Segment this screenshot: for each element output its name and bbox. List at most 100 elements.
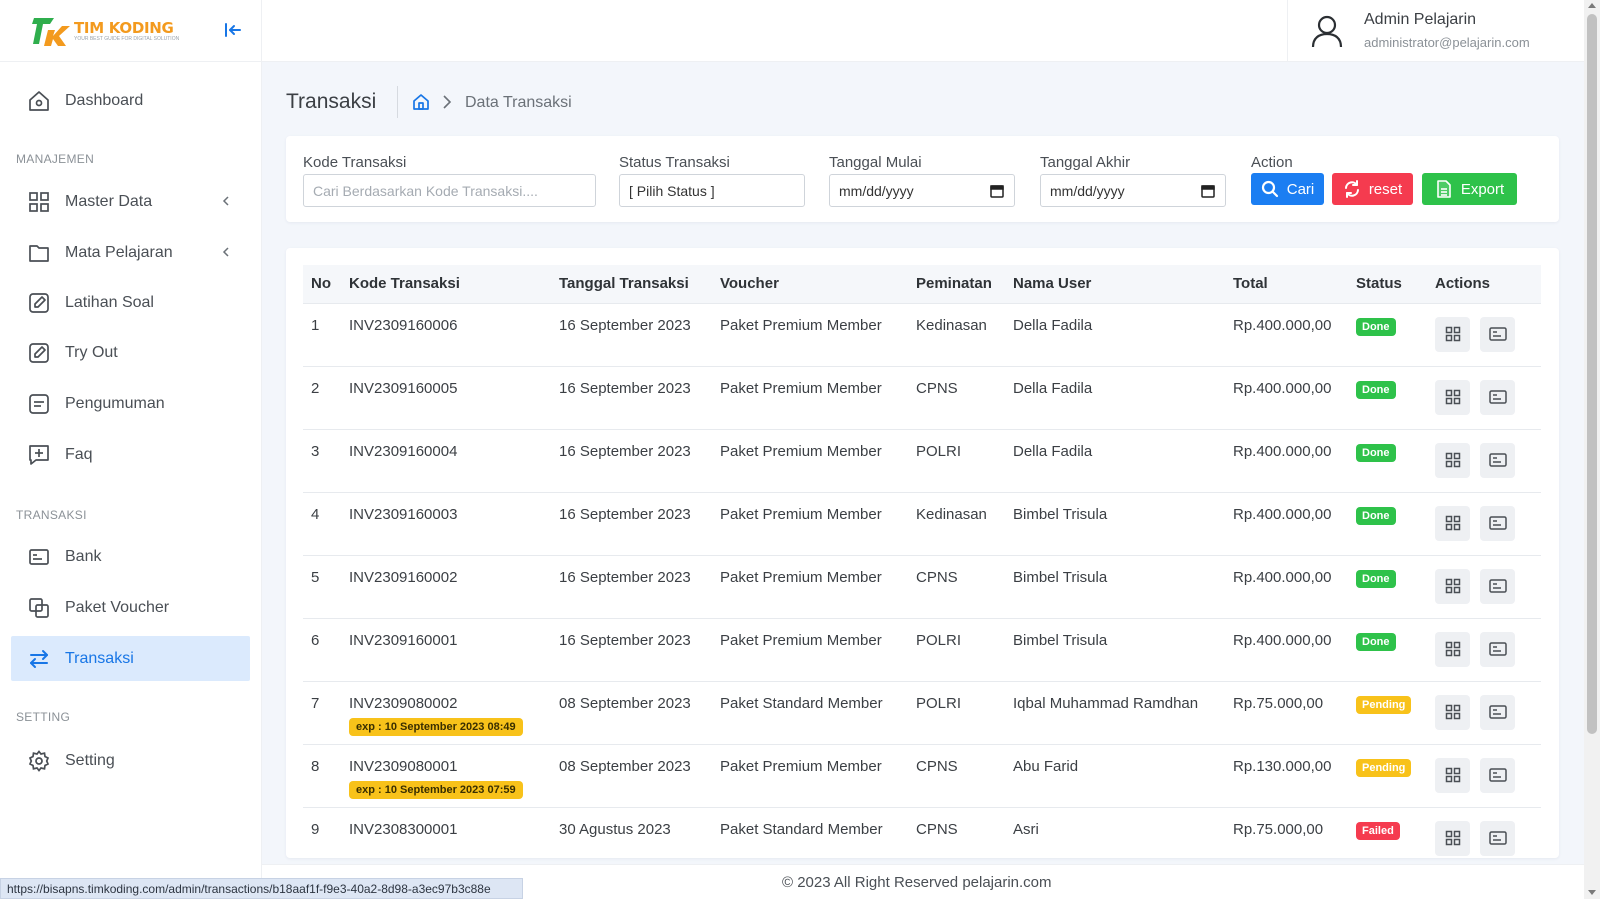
card-icon (1488, 704, 1507, 720)
cell-peminatan: POLRI (908, 428, 1005, 492)
cell-peminatan: CPNS (908, 365, 1005, 429)
invoice-button[interactable] (1480, 568, 1515, 604)
column-header[interactable]: Nama User (1005, 265, 1225, 303)
status-badge: Pending (1356, 695, 1412, 714)
cell-kode: INV2309160001 (341, 617, 551, 681)
sidebar-item-latihan-soal[interactable]: Latihan Soal (11, 280, 250, 325)
chevron-left-icon (222, 196, 229, 206)
breadcrumb-divider (397, 86, 398, 118)
arrows-exchange-icon (30, 649, 48, 668)
logo-mark-icon (32, 18, 70, 46)
collapse-sidebar-icon[interactable] (222, 19, 244, 41)
cell-kode: INV2309080001 exp : 10 September 2023 07:… (341, 743, 551, 807)
invoice-button[interactable] (1480, 379, 1515, 415)
section-manajemen: MANAJEMEN (16, 152, 95, 166)
calendar-icon[interactable] (990, 184, 1004, 198)
invoice-button[interactable] (1480, 442, 1515, 478)
tanggal-akhir-input[interactable]: mm/dd/yyyy (1040, 174, 1226, 207)
tanggal-mulai-input[interactable]: mm/dd/yyyy (829, 174, 1015, 207)
column-header[interactable]: Tanggal Transaksi (551, 265, 712, 303)
scrollbar-thumb[interactable] (1587, 14, 1597, 734)
detail-button[interactable] (1435, 820, 1470, 856)
sidebar-item-try-out[interactable]: Try Out (11, 330, 250, 375)
scroll-down-arrow-icon[interactable] (1588, 890, 1596, 895)
search-button-label: Cari (1286, 180, 1315, 198)
column-header[interactable]: Voucher (712, 265, 908, 303)
column-header[interactable]: Status (1348, 265, 1427, 303)
cell-nama-user: Bimbel Trisula (1005, 554, 1225, 618)
card-icon (29, 548, 49, 565)
invoice-button[interactable] (1480, 757, 1515, 793)
status-transaksi-select[interactable]: [ Pilih Status ] (619, 174, 805, 207)
invoice-button[interactable] (1480, 505, 1515, 541)
sidebar-item-dashboard[interactable]: Dashboard (11, 78, 250, 123)
status-badge: Done (1356, 443, 1396, 462)
cell-voucher: Paket Premium Member (712, 365, 908, 429)
cell-kode: INV2309160005 (341, 365, 551, 429)
kode-transaksi-input[interactable] (313, 182, 586, 199)
column-header[interactable]: Actions (1427, 265, 1541, 303)
detail-button[interactable] (1435, 442, 1470, 478)
calendar-icon[interactable] (1201, 184, 1215, 198)
sidebar-item-faq[interactable]: Faq (11, 432, 250, 477)
row-actions (1435, 505, 1533, 541)
invoice-button[interactable] (1480, 316, 1515, 352)
logo[interactable]: TIM KODING YOUR BEST GUIDE FOR DIGITAL S… (32, 14, 179, 48)
column-header[interactable]: Peminatan (908, 265, 1005, 303)
cell-nama-user: Abu Farid (1005, 743, 1225, 807)
detail-button[interactable] (1435, 379, 1470, 415)
cell-status: Done (1348, 428, 1427, 492)
invoice-button[interactable] (1480, 631, 1515, 667)
page-scrollbar[interactable] (1584, 0, 1600, 899)
breadcrumb-home-icon[interactable] (412, 93, 430, 111)
user-email: administrator@pelajarin.com (1364, 35, 1530, 50)
cell-total: Rp.400.000,00 (1225, 491, 1348, 555)
refresh-icon (1344, 180, 1359, 198)
home-icon (29, 90, 49, 111)
breadcrumb-current: Data Transaksi (465, 94, 572, 111)
invoice-button[interactable] (1480, 820, 1515, 856)
sidebar-item-transaksi[interactable]: Transaksi (11, 636, 250, 681)
column-header[interactable]: No (303, 265, 341, 303)
search-button[interactable]: Cari (1251, 173, 1324, 205)
cell-total: Rp.75.000,00 (1225, 806, 1348, 858)
section-setting: SETTING (16, 710, 71, 724)
sidebar-item-bank[interactable]: Bank (11, 534, 250, 579)
cell-kode: INV2309160006 (341, 302, 551, 366)
cell-total: Rp.130.000,00 (1225, 743, 1348, 807)
cell-total: Rp.400.000,00 (1225, 617, 1348, 681)
kode-transaksi-text: INV2309160003 (349, 505, 458, 523)
cell-voucher: Paket Premium Member (712, 428, 908, 492)
cell-peminatan: CPNS (908, 554, 1005, 618)
cell-tanggal: 16 September 2023 (551, 302, 712, 366)
cell-voucher: Paket Premium Member (712, 617, 908, 681)
detail-button[interactable] (1435, 316, 1470, 352)
table-row: 6 INV2309160001 16 September 2023 Paket Pre… (303, 617, 1541, 681)
sidebar-item-pengumuman[interactable]: Pengumuman (11, 381, 250, 426)
status-badge: Done (1356, 380, 1396, 399)
detail-button[interactable] (1435, 757, 1470, 793)
sidebar-item-paket-voucher[interactable]: Paket Voucher (11, 585, 250, 630)
sidebar-item-setting[interactable]: Setting (11, 738, 250, 783)
row-actions (1435, 379, 1533, 415)
cell-voucher: Paket Premium Member (712, 743, 908, 807)
status-badge: Done (1356, 317, 1396, 336)
scroll-up-arrow-icon[interactable] (1588, 3, 1596, 8)
sidebar-item-master-data[interactable]: Master Data (11, 179, 250, 224)
edit-icon (29, 292, 49, 313)
cell-no: 1 (303, 302, 341, 366)
detail-button[interactable] (1435, 505, 1470, 541)
cell-tanggal: 08 September 2023 (551, 743, 712, 807)
reset-button[interactable]: reset (1332, 173, 1413, 205)
status-badge: Done (1356, 632, 1396, 651)
column-header[interactable]: Total (1225, 265, 1348, 303)
detail-button[interactable] (1435, 631, 1470, 667)
detail-button[interactable] (1435, 568, 1470, 604)
sidebar-item-mata-pelajaran[interactable]: Mata Pelajaran (11, 230, 250, 275)
detail-button[interactable] (1435, 694, 1470, 730)
cell-status: Done (1348, 554, 1427, 618)
export-button[interactable]: Export (1422, 173, 1517, 205)
invoice-button[interactable] (1480, 694, 1515, 730)
column-header[interactable]: Kode Transaksi (341, 265, 551, 303)
user-menu[interactable]: Admin Pelajarin administrator@pelajarin.… (1287, 0, 1584, 62)
